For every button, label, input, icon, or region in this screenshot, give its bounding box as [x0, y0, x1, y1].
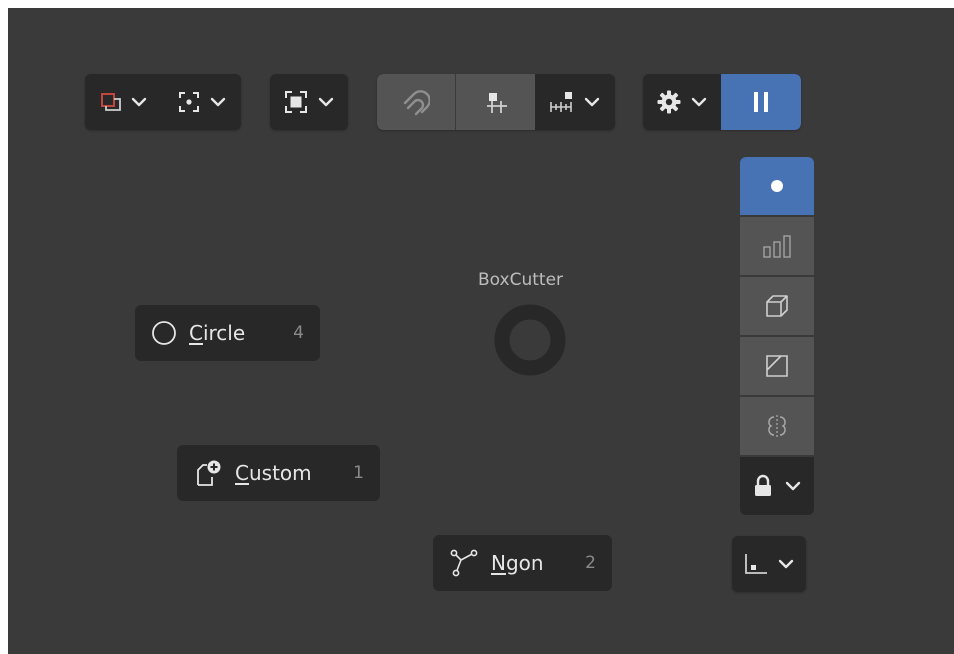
grid-snap-icon: [486, 93, 507, 113]
bars-icon: [763, 235, 791, 258]
dot-icon: [771, 180, 783, 192]
pie-item-hotkey: 1: [353, 463, 364, 483]
lock-icon: [755, 474, 771, 496]
ngon-icon: [450, 549, 478, 577]
dot-mode-button[interactable]: [740, 157, 814, 217]
chevron-down-icon: [318, 97, 334, 107]
select-toolbar-group: [270, 74, 348, 130]
slice-icon: [766, 355, 788, 377]
viewport[interactable]: BoxCutter Circle 4 Custom 1 Ngon 2: [8, 8, 954, 654]
chevron-down-icon: [131, 97, 147, 107]
pie-item-label: Ngon: [491, 551, 544, 575]
pie-item-circle[interactable]: Circle 4: [135, 305, 320, 361]
mirror-mode-button[interactable]: [740, 397, 814, 457]
box-mode-button[interactable]: [740, 277, 814, 337]
mirror-icon: [768, 415, 786, 437]
grid-snap-button[interactable]: [455, 74, 535, 130]
lock-dropdown[interactable]: [740, 457, 814, 515]
chevron-down-icon: [785, 481, 801, 491]
pie-item-label: Circle: [189, 321, 246, 345]
slice-mode-button[interactable]: [740, 337, 814, 397]
increment-icon: [550, 92, 572, 112]
shape-options-stack: [740, 157, 814, 515]
box-icon: [766, 295, 788, 317]
chevron-down-icon: [210, 97, 226, 107]
origin-icon: [745, 554, 767, 574]
circle-icon: [152, 321, 176, 345]
pause-icon: [754, 92, 768, 112]
mode-dropdown[interactable]: [85, 74, 163, 130]
increment-dropdown[interactable]: [535, 74, 615, 130]
snap-magnet-button[interactable]: [377, 74, 455, 130]
pie-item-custom[interactable]: Custom 1: [177, 445, 380, 501]
origin-dropdown[interactable]: [732, 536, 806, 592]
pie-center-ring-icon: [494, 304, 566, 376]
select-box-icon: [285, 91, 307, 113]
mode-box-red-icon: [101, 93, 121, 111]
chevron-down-icon: [691, 97, 707, 107]
settings-dropdown[interactable]: [643, 74, 721, 130]
array-mode-button[interactable]: [740, 217, 814, 277]
gear-icon: [657, 90, 681, 114]
pivot-icon: [179, 92, 199, 112]
mode-toolbar-group: [85, 74, 241, 130]
chevron-down-icon: [778, 559, 794, 569]
pie-item-hotkey: 4: [293, 323, 304, 343]
pivot-dropdown[interactable]: [163, 74, 241, 130]
settings-toolbar-group: [643, 74, 801, 130]
pie-menu-title: BoxCutter: [478, 270, 564, 290]
snap-toolbar-group: [377, 74, 615, 130]
select-dropdown[interactable]: [270, 74, 348, 130]
custom-shape-icon: [197, 460, 221, 486]
pie-item-label: Custom: [235, 461, 312, 485]
chevron-down-icon: [584, 97, 600, 107]
snap-magnet-icon: [403, 90, 430, 116]
pie-item-ngon[interactable]: Ngon 2: [433, 535, 612, 591]
pause-button[interactable]: [721, 74, 801, 130]
pie-item-hotkey: 2: [585, 553, 596, 573]
